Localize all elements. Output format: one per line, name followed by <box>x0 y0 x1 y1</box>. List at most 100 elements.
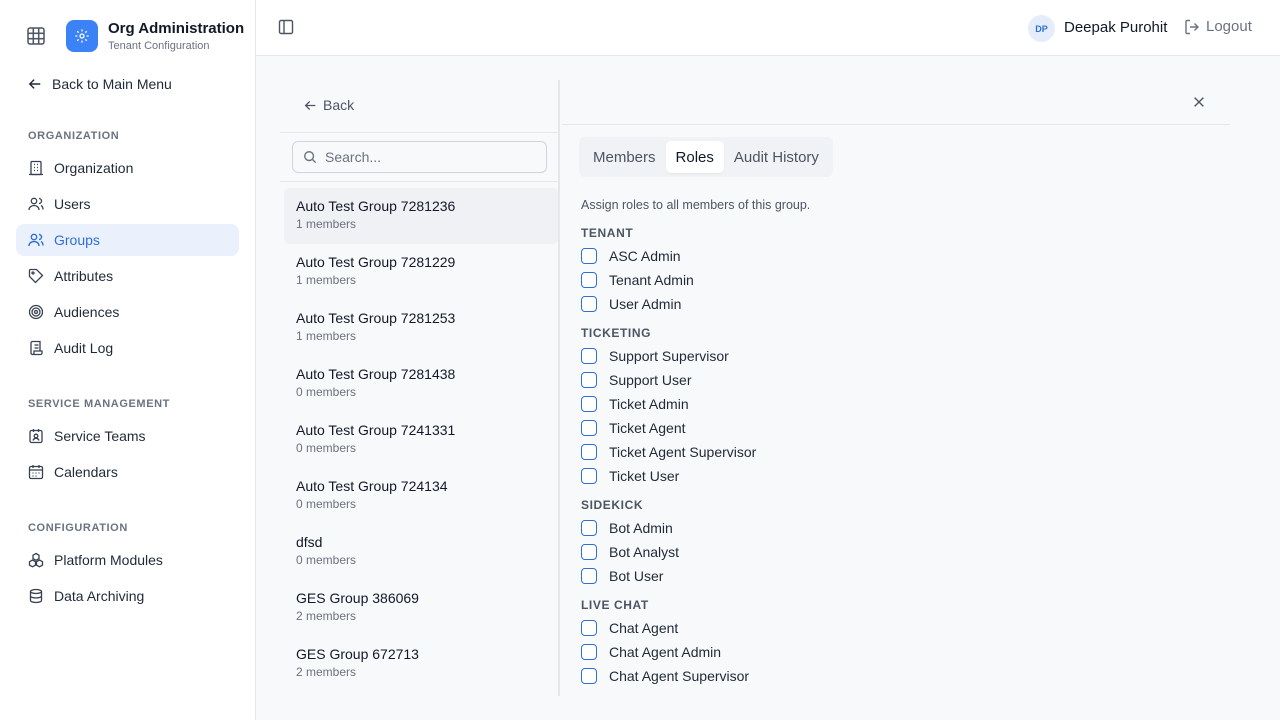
group-list-item[interactable]: Auto Test Group 7281236 1 members <box>284 188 558 244</box>
sidebar-item-organization[interactable]: Organization <box>16 152 239 184</box>
sidebar-item-service-teams[interactable]: Service Teams <box>16 420 239 452</box>
sidebar-item-attributes[interactable]: Attributes <box>16 260 239 292</box>
role-option[interactable]: Chat Agent <box>581 616 1181 640</box>
app-grid-icon[interactable] <box>27 27 45 45</box>
divider <box>562 124 1230 125</box>
group-list-item[interactable]: Auto Test Group 724134 0 members <box>284 468 558 524</box>
role-label: Tenant Admin <box>609 272 694 288</box>
tab-audit-history[interactable]: Audit History <box>724 141 829 173</box>
role-checkbox[interactable] <box>581 372 597 388</box>
role-checkbox[interactable] <box>581 248 597 264</box>
role-checkbox[interactable] <box>581 296 597 312</box>
arrow-left-icon <box>28 79 41 89</box>
role-checkbox[interactable] <box>581 348 597 364</box>
role-option[interactable]: Ticket Agent Supervisor <box>581 440 1181 464</box>
sidebar-item-label: Audiences <box>54 304 120 320</box>
role-category-label: TENANT <box>581 226 634 240</box>
close-icon[interactable] <box>1192 95 1208 111</box>
app-title: Org Administration <box>108 20 245 37</box>
role-option[interactable]: User Admin <box>581 292 1181 316</box>
role-option[interactable]: Support Supervisor <box>581 344 1181 368</box>
role-checkbox[interactable] <box>581 468 597 484</box>
scroll-icon <box>30 340 43 356</box>
avatar[interactable]: DP <box>1028 15 1055 42</box>
search-input[interactable] <box>325 149 525 165</box>
user-name[interactable]: Deepak Purohit <box>1064 19 1167 36</box>
role-option[interactable]: Ticket Agent <box>581 416 1181 440</box>
back-label: Back <box>323 97 355 113</box>
role-category-label: TICKETING <box>581 326 652 340</box>
role-option[interactable]: Ticket Admin <box>581 392 1181 416</box>
group-list-item[interactable]: Auto Test Group 7241331 0 members <box>284 412 558 468</box>
sidebar-item-users[interactable]: Users <box>16 188 239 220</box>
group-list-item[interactable]: dfsd 0 members <box>284 524 558 580</box>
section-label-configuration: CONFIGURATION <box>28 522 128 534</box>
role-option[interactable]: Ticket User <box>581 464 1181 488</box>
role-option[interactable]: Chat Agent Supervisor <box>581 664 1181 688</box>
group-member-count: 0 members <box>296 553 357 567</box>
group-detail-panel: Members Roles Audit History Assign roles… <box>562 80 1230 696</box>
detail-tabs: Members Roles Audit History <box>579 137 833 177</box>
role-option[interactable]: Tenant Admin <box>581 268 1181 292</box>
sidebar-item-label: Calendars <box>54 464 118 480</box>
group-list-item[interactable]: Auto Test Group 7281438 0 members <box>284 356 558 412</box>
sidebar-item-audiences[interactable]: Audiences <box>16 296 239 328</box>
logout-button[interactable]: Logout <box>1184 18 1252 35</box>
sidebar-item-platform-modules[interactable]: Platform Modules <box>16 544 239 576</box>
role-checkbox[interactable] <box>581 420 597 436</box>
role-checkbox[interactable] <box>581 396 597 412</box>
group-name: Auto Test Group 7281253 <box>296 310 456 326</box>
settings-gear-logo <box>66 20 98 52</box>
role-label: Bot Admin <box>609 520 673 536</box>
role-label: Support Supervisor <box>609 348 729 364</box>
role-label: Support User <box>609 372 692 388</box>
building-icon <box>29 160 43 176</box>
tab-roles[interactable]: Roles <box>665 141 724 173</box>
section-label-organization: ORGANIZATION <box>28 130 120 142</box>
role-option[interactable]: Support User <box>581 368 1181 392</box>
sidebar-item-data-archiving[interactable]: Data Archiving <box>16 580 239 612</box>
group-list-item[interactable]: GES Group 672713 2 members <box>284 636 558 692</box>
sidebar-item-audit-log[interactable]: Audit Log <box>16 332 239 364</box>
role-option[interactable]: ASC Admin <box>581 244 1181 268</box>
divider <box>280 132 558 133</box>
back-to-main-menu-link[interactable]: Back to Main Menu <box>28 74 172 94</box>
top-bar: DP Deepak Purohit Logout <box>256 0 1280 56</box>
group-member-count: 1 members <box>296 329 357 343</box>
role-option[interactable]: Chat Agent Admin <box>581 640 1181 664</box>
role-checkbox[interactable] <box>581 520 597 536</box>
search-icon <box>304 151 317 164</box>
search-field[interactable] <box>292 141 547 173</box>
sidebar-item-label: Users <box>54 196 91 212</box>
role-checkbox[interactable] <box>581 644 597 660</box>
group-member-count: 2 members <box>296 665 357 679</box>
role-checkbox[interactable] <box>581 272 597 288</box>
role-label: User Admin <box>609 296 682 312</box>
sidebar-item-calendars[interactable]: Calendars <box>16 456 239 488</box>
group-name: Auto Test Group 7281438 <box>296 366 456 382</box>
role-category-label: LIVE CHAT <box>581 598 649 612</box>
group-list-item[interactable]: Auto Test Group 7281253 1 members <box>284 300 558 356</box>
tab-members[interactable]: Members <box>583 141 666 173</box>
sidebar-item-label: Audit Log <box>54 340 114 356</box>
role-option[interactable]: Bot Admin <box>581 516 1181 540</box>
role-checkbox[interactable] <box>581 568 597 584</box>
role-option[interactable]: Bot User <box>581 564 1181 588</box>
group-list-item[interactable]: Auto Test Group 7281229 1 members <box>284 244 558 300</box>
sidebar-toggle-icon[interactable] <box>278 19 296 37</box>
divider <box>280 181 558 182</box>
group-list-item[interactable]: GES Group 386069 2 members <box>284 580 558 636</box>
sidebar-item-label: Groups <box>54 232 100 248</box>
role-option[interactable]: Bot Analyst <box>581 540 1181 564</box>
role-checkbox[interactable] <box>581 544 597 560</box>
sidebar-item-groups[interactable]: Groups <box>16 224 239 256</box>
back-button[interactable]: Back <box>304 97 354 113</box>
role-checkbox[interactable] <box>581 444 597 460</box>
calendar-icon <box>28 465 44 480</box>
role-checkbox[interactable] <box>581 668 597 684</box>
group-name: Auto Test Group 7281236 <box>296 198 456 214</box>
role-checkbox[interactable] <box>581 620 597 636</box>
section-label-service-management: SERVICE MANAGEMENT <box>28 398 170 410</box>
roles-list: TENANT ASC Admin Tenant Admin User Admin… <box>581 222 1181 694</box>
group-list-panel: Back Auto Test Group 7281236 1 members A… <box>280 80 560 696</box>
